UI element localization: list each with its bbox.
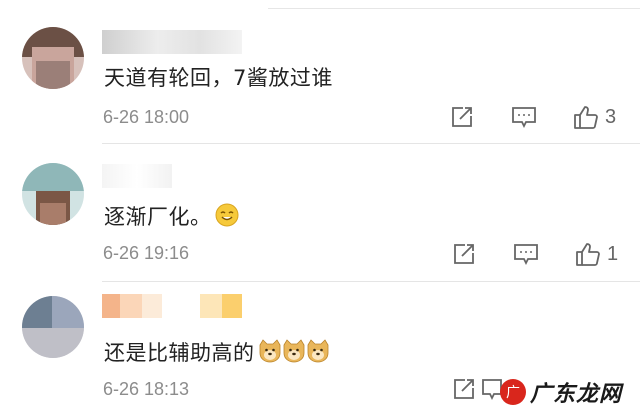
comment-text: 还是比辅助高的: [104, 337, 330, 367]
smile-emoji-icon: [215, 203, 238, 227]
username[interactable]: [102, 164, 172, 188]
username[interactable]: [102, 30, 242, 54]
share-button[interactable]: [450, 105, 474, 129]
share-button[interactable]: [452, 242, 476, 266]
share-button[interactable]: [452, 377, 476, 401]
username[interactable]: [102, 294, 242, 318]
comment-timestamp: 6-26 19:16: [103, 243, 190, 263]
avatar[interactable]: [22, 296, 84, 358]
like-button[interactable]: 1: [575, 241, 618, 267]
comment-timestamp: 6-26 18:00: [103, 107, 190, 127]
comment-item: 天道有轮回，7酱放过谁 6-26 18:00 3: [0, 0, 640, 144]
doge-emoji-icon: [259, 339, 328, 363]
comment-item: 逐渐厂化。 6-26 19:16 1: [0, 144, 640, 282]
share-icon: [452, 107, 472, 127]
thumbs-up-icon: [574, 106, 598, 129]
thumbs-up-icon: [576, 243, 600, 266]
watermark: 广 广东龙网: [500, 368, 640, 415]
reply-button[interactable]: [513, 242, 539, 266]
reply-button[interactable]: [511, 105, 537, 129]
watermark-logo-icon: 广: [500, 378, 526, 405]
like-count: 1: [607, 242, 619, 265]
share-icon: [454, 244, 474, 264]
comment-text: 天道有轮回，7酱放过谁: [104, 66, 333, 90]
like-button[interactable]: 3: [573, 104, 616, 130]
share-icon: [454, 379, 474, 399]
avatar[interactable]: [22, 27, 84, 89]
avatar[interactable]: [22, 163, 84, 225]
watermark-text: 广东龙网: [530, 380, 623, 407]
comment-icon: [514, 244, 538, 266]
comment-text: 逐渐厂化。: [104, 201, 239, 231]
comment-icon: [512, 107, 536, 129]
like-count: 3: [605, 105, 617, 128]
comment-timestamp: 6-26 18:13: [103, 379, 190, 399]
